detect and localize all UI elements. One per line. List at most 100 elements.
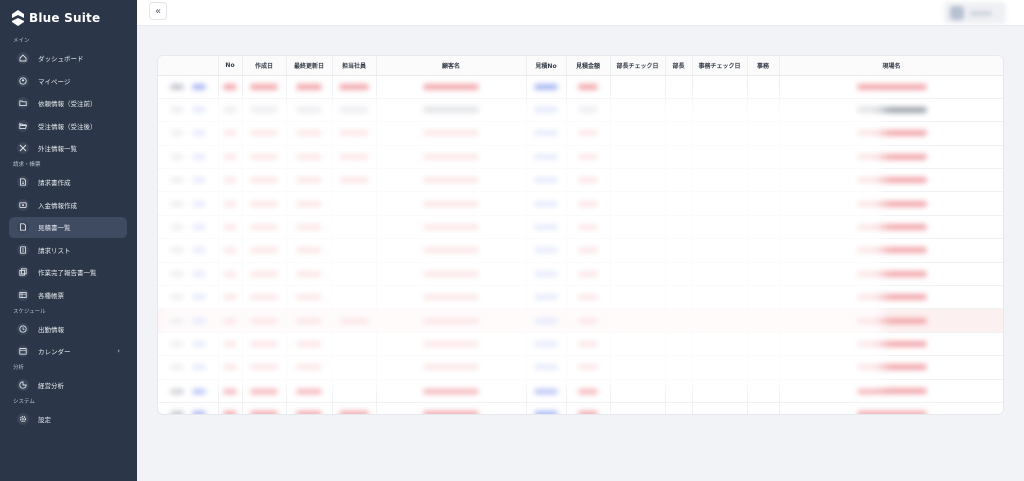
redacted-text: [534, 270, 558, 277]
sidebar-item[interactable]: 各種帳票: [9, 284, 127, 305]
table-row[interactable]: [158, 75, 1003, 99]
table-row[interactable]: [158, 285, 1003, 310]
invoice-icon: [17, 176, 29, 188]
table-cell: [242, 262, 287, 287]
table-row[interactable]: [158, 168, 1003, 193]
column-header[interactable]: 最終更新日: [286, 56, 333, 76]
table-row[interactable]: [158, 262, 1003, 287]
column-header[interactable]: 部長: [665, 56, 693, 76]
sidebar-item-label: 設定: [38, 416, 51, 424]
row-actions-cell[interactable]: [158, 215, 219, 240]
brand[interactable]: Blue Suite: [0, 0, 137, 36]
table-cell: [218, 332, 243, 357]
sidebar-item[interactable]: 経営分析: [9, 375, 127, 396]
column-header[interactable]: 顧客名: [376, 56, 527, 76]
row-actions-cell[interactable]: [158, 355, 219, 380]
column-header[interactable]: 現場名: [779, 56, 1003, 76]
table-cell: [242, 402, 287, 414]
sidebar-item[interactable]: 入金情報作成: [9, 194, 127, 215]
redacted-text: [169, 270, 184, 277]
table-cell: [779, 75, 1003, 99]
table-row[interactable]: [158, 332, 1003, 357]
column-header[interactable]: 見積金額: [566, 56, 611, 76]
column-header[interactable]: 作成日: [242, 56, 287, 76]
redacted-badge: [191, 200, 206, 207]
sidebar-item[interactable]: 見積書一覧: [9, 216, 127, 238]
collapse-sidebar-button[interactable]: «: [149, 2, 167, 20]
table-row[interactable]: [158, 379, 1003, 403]
row-actions-cell[interactable]: [158, 285, 219, 310]
table-row[interactable]: [158, 145, 1003, 170]
redacted-text: [856, 364, 927, 371]
sidebar-item[interactable]: ダッシュボード: [9, 48, 127, 69]
sidebar-item[interactable]: 外注情報一覧: [9, 138, 127, 159]
table-cell: [665, 238, 693, 263]
row-actions-cell[interactable]: [158, 145, 219, 170]
table-cell: [376, 121, 527, 146]
redacted-text: [534, 411, 558, 414]
table-row[interactable]: [158, 121, 1003, 146]
table-cell: [286, 332, 333, 357]
redacted-text: [169, 294, 184, 301]
table-cell: [526, 145, 567, 170]
sidebar-item[interactable]: 請求書作成: [9, 172, 127, 193]
column-header[interactable]: 事務チェック日: [692, 56, 748, 76]
row-actions-cell[interactable]: [158, 168, 219, 193]
row-actions-cell[interactable]: [158, 262, 219, 287]
row-actions-cell[interactable]: [158, 238, 219, 263]
sidebar-item[interactable]: 出勤情報: [9, 318, 127, 339]
redacted-text: [856, 270, 927, 277]
redacted-text: [578, 411, 598, 414]
table-cell: [218, 191, 243, 216]
table-cell: [692, 238, 748, 263]
redacted-text: [250, 364, 278, 371]
table-row[interactable]: [158, 215, 1003, 240]
table-cell: [665, 145, 693, 170]
table-cell: [566, 285, 611, 310]
sidebar-item[interactable]: 受注情報（受注後）: [9, 115, 127, 136]
table-cell: [526, 238, 567, 263]
table-row[interactable]: [158, 238, 1003, 263]
row-actions-cell[interactable]: [158, 308, 219, 333]
user-menu[interactable]: [944, 2, 1006, 24]
table-row[interactable]: [158, 355, 1003, 380]
redacted-text: [534, 294, 558, 301]
redacted-badge: [191, 177, 206, 184]
sidebar-item[interactable]: カレンダー ›: [9, 341, 127, 362]
column-header[interactable]: 担当社員: [332, 56, 377, 76]
row-actions-cell[interactable]: [158, 75, 219, 99]
table-row[interactable]: [158, 98, 1003, 123]
row-actions-cell[interactable]: [158, 379, 219, 403]
column-header[interactable]: 見積No: [526, 56, 567, 76]
column-header[interactable]: [158, 56, 219, 76]
sidebar-item[interactable]: マイページ: [9, 70, 127, 91]
sidebar-item-label: 入金情報作成: [38, 201, 77, 210]
table-cell: [779, 355, 1003, 380]
redacted-badge: [191, 153, 206, 160]
row-actions-cell[interactable]: [158, 332, 219, 357]
redacted-text: [578, 317, 598, 324]
row-actions-cell[interactable]: [158, 121, 219, 146]
redacted-badge: [191, 364, 206, 371]
sidebar-item[interactable]: 作業完了報告書一覧: [9, 262, 127, 283]
table-row[interactable]: [158, 191, 1003, 216]
table-row[interactable]: [158, 308, 1003, 333]
row-actions-cell[interactable]: [158, 98, 219, 123]
table-cell: [665, 379, 693, 403]
table-body: [158, 75, 1003, 414]
row-actions-cell[interactable]: [158, 191, 219, 216]
table-cell: [376, 402, 527, 414]
sidebar-item[interactable]: 請求リスト: [9, 239, 127, 260]
sidebar-item[interactable]: 設定: [9, 409, 127, 430]
table-row[interactable]: [158, 402, 1003, 414]
table-cell: [566, 145, 611, 170]
sidebar-item[interactable]: 依頼情報（受注前）: [9, 93, 127, 114]
redacted-text: [296, 387, 322, 394]
row-actions-cell[interactable]: [158, 402, 219, 414]
redacted-text: [423, 387, 479, 394]
column-header[interactable]: No: [218, 56, 243, 76]
table-cell: [218, 145, 243, 170]
column-header[interactable]: 部長チェック日: [610, 56, 666, 76]
table-cell: [610, 332, 666, 357]
column-header[interactable]: 事務: [747, 56, 780, 76]
